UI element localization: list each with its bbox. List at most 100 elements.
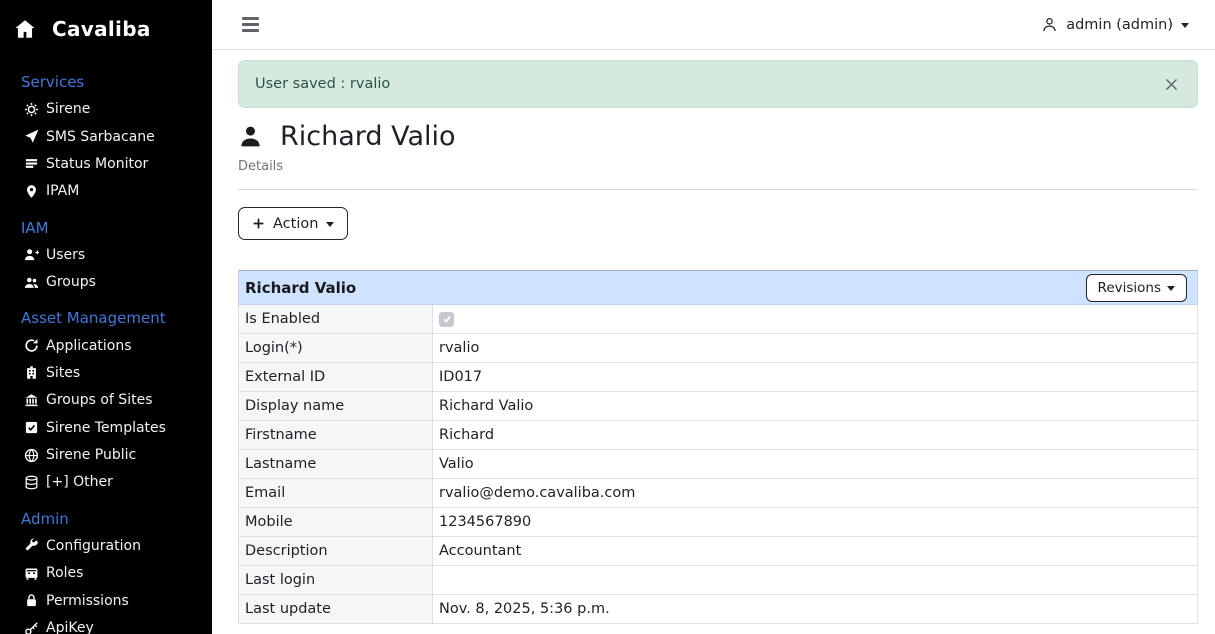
table-row-last-update: Last update Nov. 8, 2025, 5:36 p.m.	[238, 595, 1198, 624]
row-value: Richard Valio	[433, 392, 1198, 421]
row-label: Last login	[238, 566, 433, 595]
landmark-icon	[24, 393, 39, 408]
card-header: Richard Valio Revisions	[238, 270, 1198, 305]
section-title: IAM	[21, 218, 204, 238]
sidebar-item-label: Users	[46, 247, 85, 263]
sidebar-item-apikey[interactable]: ApiKey	[14, 614, 204, 634]
table-row-login: Login(*) rvalio	[238, 334, 1198, 363]
sidebar-item-groups[interactable]: Groups	[14, 268, 204, 295]
table-row-description: Description Accountant	[238, 537, 1198, 566]
row-value: Accountant	[433, 537, 1198, 566]
success-alert: User saved : rvalio	[238, 60, 1198, 108]
sidebar-item-users[interactable]: Users	[14, 241, 204, 268]
sidebar-item-sirene-templates[interactable]: Sirene Templates	[14, 414, 204, 441]
sidebar: Cavaliba Services Sirene SMS Sarbacane S…	[0, 0, 212, 634]
key-icon	[24, 621, 39, 634]
divider	[238, 189, 1198, 190]
row-label: Lastname	[238, 450, 433, 479]
rotate-icon	[24, 338, 39, 353]
row-value: Valio	[433, 450, 1198, 479]
row-label: Description	[238, 537, 433, 566]
revisions-button[interactable]: Revisions	[1086, 274, 1187, 302]
action-button[interactable]: Action	[238, 207, 348, 240]
sidebar-item-label: Sirene Public	[46, 447, 136, 463]
user-detail-card: Richard Valio Revisions Is Enabled Login…	[238, 270, 1198, 624]
page-title-row: Richard Valio	[238, 121, 1198, 152]
sidebar-item-sites[interactable]: Sites	[14, 359, 204, 386]
vault-icon	[24, 566, 39, 581]
sidebar-item-sirene[interactable]: Sirene	[14, 96, 204, 123]
globe-icon	[24, 448, 39, 463]
row-value: Richard	[433, 421, 1198, 450]
sidebar-item-label: IPAM	[46, 183, 79, 199]
table-row-last-login: Last login	[238, 566, 1198, 595]
home-icon	[14, 18, 36, 40]
sidebar-item-ipam[interactable]: IPAM	[14, 178, 204, 205]
sidebar-item-applications[interactable]: Applications	[14, 332, 204, 359]
sidebar-item-label: Status Monitor	[46, 156, 148, 172]
row-value	[433, 305, 1198, 334]
user-menu[interactable]: admin (admin)	[1035, 15, 1195, 34]
row-value: Nov. 8, 2025, 5:36 p.m.	[433, 595, 1198, 624]
sidebar-item-label: Roles	[46, 565, 83, 581]
map-pin-icon	[24, 184, 39, 199]
sidebar-item-label: SMS Sarbacane	[46, 129, 155, 145]
row-label: External ID	[238, 363, 433, 392]
is-enabled-checkbox[interactable]	[439, 312, 454, 327]
sidebar-section-admin: Admin Configuration Roles Permissions Ap…	[14, 509, 204, 634]
section-title: Admin	[21, 509, 204, 529]
row-label: Email	[238, 479, 433, 508]
sidebar-item-label: Groups of Sites	[46, 392, 152, 408]
hamburger-menu-icon[interactable]	[240, 13, 261, 36]
sidebar-item-sirene-public[interactable]: Sirene Public	[14, 441, 204, 468]
sidebar-item-permissions[interactable]: Permissions	[14, 587, 204, 614]
table-row-lastname: Lastname Valio	[238, 450, 1198, 479]
card-header-title: Richard Valio	[245, 279, 356, 297]
sidebar-item-configuration[interactable]: Configuration	[14, 532, 204, 559]
building-icon	[24, 365, 39, 380]
row-label: Display name	[238, 392, 433, 421]
plus-icon	[252, 217, 265, 230]
sidebar-item-label: Sites	[46, 365, 80, 381]
person-fill-icon	[238, 124, 263, 149]
chevron-down-icon	[326, 222, 334, 227]
brand[interactable]: Cavaliba	[14, 14, 204, 44]
close-icon[interactable]	[1162, 73, 1181, 96]
topbar: admin (admin)	[212, 0, 1215, 50]
page-title: Richard Valio	[280, 121, 456, 152]
row-value: ID017	[433, 363, 1198, 392]
row-value: rvalio	[433, 334, 1198, 363]
wrench-icon	[24, 538, 39, 553]
sidebar-item-sms-sarbacane[interactable]: SMS Sarbacane	[14, 123, 204, 150]
row-label: Is Enabled	[238, 305, 433, 334]
row-value: rvalio@demo.cavaliba.com	[433, 479, 1198, 508]
people-icon	[24, 275, 39, 290]
row-label: Login(*)	[238, 334, 433, 363]
person-plus-icon	[24, 247, 39, 262]
sidebar-item-other[interactable]: [+] Other	[14, 469, 204, 496]
section-title: Asset Management	[21, 308, 204, 328]
sidebar-item-status-monitor[interactable]: Status Monitor	[14, 150, 204, 177]
alert-message: User saved : rvalio	[255, 76, 390, 92]
send-icon	[24, 129, 39, 144]
table-row-is-enabled: Is Enabled	[238, 305, 1198, 334]
chevron-down-icon	[1167, 286, 1175, 291]
person-outline-icon	[1041, 16, 1058, 33]
lock-icon	[24, 593, 39, 608]
database-icon	[24, 475, 39, 490]
page-subtitle: Details	[238, 159, 1198, 174]
sidebar-item-groups-of-sites[interactable]: Groups of Sites	[14, 387, 204, 414]
sidebar-section-asset-management: Asset Management Applications Sites Grou…	[14, 308, 204, 496]
sidebar-item-label: Sirene	[46, 101, 90, 117]
row-value: 1234567890	[433, 508, 1198, 537]
sidebar-section-iam: IAM Users Groups	[14, 218, 204, 296]
check-icon	[442, 314, 452, 324]
sidebar-item-roles[interactable]: Roles	[14, 560, 204, 587]
check-square-icon	[24, 420, 39, 435]
sidebar-item-label: ApiKey	[46, 620, 94, 634]
bars-icon	[24, 156, 39, 171]
row-value	[433, 566, 1198, 595]
action-button-label: Action	[273, 216, 318, 232]
sidebar-section-services: Services Sirene SMS Sarbacane Status Mon…	[14, 72, 204, 205]
revisions-button-label: Revisions	[1098, 280, 1161, 296]
